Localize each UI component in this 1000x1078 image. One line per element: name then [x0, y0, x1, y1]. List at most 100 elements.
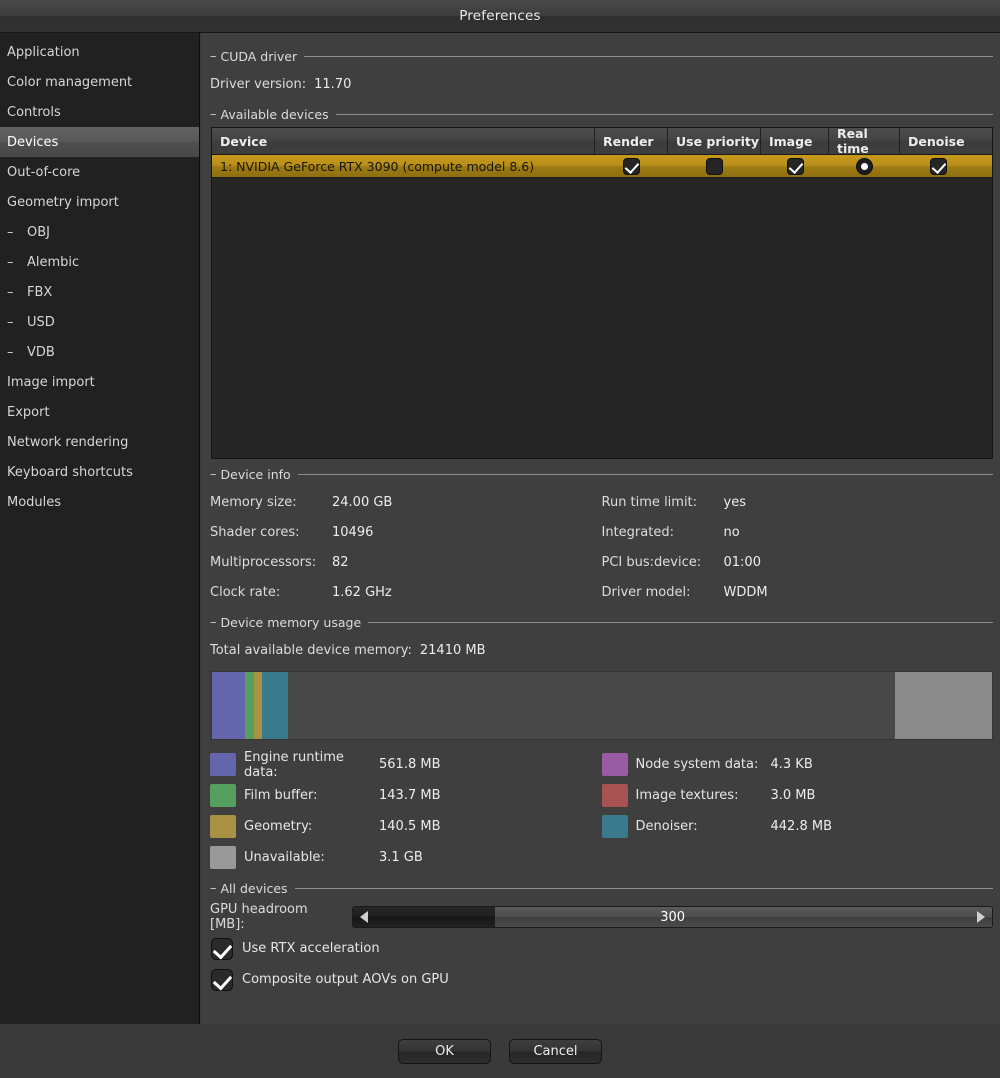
devices-column-header-image[interactable]: Image — [761, 128, 829, 154]
group-rule — [297, 473, 993, 475]
legend-color-swatch — [210, 753, 236, 776]
device-info-row: Shader cores: 10496 — [210, 517, 602, 547]
device-info-key: Run time limit: — [601, 494, 698, 510]
group-label-available-devices: Available devices — [220, 106, 329, 122]
sidebar-item-label: Network rendering — [7, 434, 129, 450]
sidebar-item-label: OBJ — [27, 224, 50, 240]
sidebar-item-fbx[interactable]: – FBX — [0, 277, 199, 307]
sidebar-sub-dash-icon: – — [7, 314, 14, 330]
group-header-all-devices: – All devices — [210, 877, 993, 899]
devices-column-header-denoise[interactable]: Denoise — [900, 128, 977, 154]
memory-legend-row: Film buffer: 143.7 MB — [210, 780, 602, 811]
sidebar-item-label: Export — [7, 404, 50, 420]
composite-aovs-checkbox[interactable] — [211, 968, 233, 991]
sidebar-item-application[interactable]: Application — [0, 37, 199, 67]
device-info-row: Multiprocessors: 82 — [210, 547, 602, 577]
sidebar-item-alembic[interactable]: – Alembic — [0, 247, 199, 277]
devices-column-header-device[interactable]: Device — [212, 128, 595, 154]
memory-legend-row: Geometry: 140.5 MB — [210, 811, 602, 842]
use-rtx-acceleration-row[interactable]: Use RTX acceleration — [210, 933, 993, 964]
sidebar-item-modules[interactable]: Modules — [0, 487, 199, 517]
device-info-row: Run time limit: yes — [602, 487, 994, 517]
memory-bar-segment-free — [287, 672, 896, 739]
gpu-headroom-slider[interactable]: 300 — [352, 906, 993, 928]
devices-table[interactable]: Device Render Use priority Image Real time De… — [211, 127, 993, 459]
sidebar-item-keyboard-shortcuts[interactable]: Keyboard shortcuts — [0, 457, 199, 487]
sidebar-item-export[interactable]: Export — [0, 397, 199, 427]
device-name-cell[interactable]: 1: NVIDIA GeForce RTX 3090 (compute mode… — [212, 155, 595, 177]
group-header-available-devices: – Available devices — [210, 103, 993, 125]
use-priority-checkbox[interactable] — [706, 157, 723, 175]
device-info-left-column: Memory size: 24.00 GB Shader cores: 10496 Mu… — [210, 487, 602, 607]
device-info-value: 24.00 GB — [332, 494, 393, 510]
sidebar-item-vdb[interactable]: – VDB — [0, 337, 199, 367]
sidebar-item-usd[interactable]: – USD — [0, 307, 199, 337]
driver-version-label: Driver version: — [210, 76, 307, 92]
legend-label: Engine runtime data: — [244, 749, 344, 780]
device-info-key: Memory size: — [210, 494, 297, 510]
device-info-key: Integrated: — [601, 524, 674, 540]
group-header-cuda-driver: – CUDA driver — [210, 45, 993, 67]
device-info-key: Clock rate: — [210, 584, 281, 600]
sidebar-item-label: Image import — [7, 374, 95, 390]
cancel-button[interactable]: Cancel — [509, 1038, 602, 1064]
real-time-radio[interactable] — [856, 157, 873, 175]
memory-bar-segment-unavailable — [895, 672, 993, 739]
preferences-sidebar[interactable]: Application Color management Controls Devic… — [0, 33, 200, 1024]
device-info-row: PCI bus:device: 01:00 — [602, 547, 994, 577]
group-header-device-info: – Device info — [210, 463, 993, 485]
window-title: Preferences — [459, 8, 541, 24]
devices-table-body[interactable]: 1: NVIDIA GeForce RTX 3090 (compute mode… — [212, 155, 992, 178]
devices-table-row[interactable]: 1: NVIDIA GeForce RTX 3090 (compute mode… — [212, 155, 992, 178]
denoise-checkbox[interactable] — [930, 157, 947, 175]
render-checkbox-cell[interactable] — [595, 155, 668, 177]
slider-right-arrow-icon[interactable] — [977, 911, 985, 923]
image-checkbox-cell[interactable] — [761, 155, 829, 177]
use-rtx-acceleration-checkbox[interactable] — [211, 937, 233, 960]
sidebar-item-out-of-core[interactable]: Out-of-core — [0, 157, 199, 187]
device-info-row: Clock rate: 1.62 GHz — [210, 577, 602, 607]
device-info-grid: Memory size: 24.00 GB Shader cores: 10496 Mu… — [210, 487, 993, 607]
memory-legend: Engine runtime data: 561.8 MB Film buffer:… — [210, 749, 993, 873]
sidebar-item-image-import[interactable]: Image import — [0, 367, 199, 397]
device-info-key: PCI bus:device: — [601, 554, 702, 570]
render-checkbox[interactable] — [623, 157, 640, 175]
devices-column-header-use-priority[interactable]: Use priority — [668, 128, 761, 154]
devices-column-header-render[interactable]: Render — [595, 128, 668, 154]
sidebar-item-geometry-import[interactable]: Geometry import — [0, 187, 199, 217]
group-dash-icon: – — [210, 614, 217, 630]
group-rule — [335, 113, 993, 115]
sidebar-sub-dash-icon: – — [7, 254, 14, 270]
preferences-dialog: Preferences Application Color management C… — [0, 0, 1000, 1078]
real-time-radio-cell[interactable] — [829, 155, 900, 177]
group-header-device-memory-usage: – Device memory usage — [210, 611, 993, 633]
gpu-headroom-value: 300 — [660, 909, 686, 925]
use-priority-checkbox-cell[interactable] — [668, 155, 761, 177]
memory-legend-left: Engine runtime data: 561.8 MB Film buffer:… — [210, 749, 602, 873]
legend-value: 4.3 KB — [770, 757, 813, 772]
sidebar-item-devices[interactable]: Devices — [0, 127, 199, 157]
ok-button[interactable]: OK — [398, 1038, 491, 1064]
group-rule — [294, 887, 993, 889]
group-label-all-devices: All devices — [220, 880, 288, 896]
denoise-checkbox-cell[interactable] — [900, 155, 977, 177]
legend-label: Image textures: — [635, 788, 739, 803]
sidebar-item-label: Modules — [7, 494, 62, 510]
sidebar-item-controls[interactable]: Controls — [0, 97, 199, 127]
device-info-row: Driver model: WDDM — [602, 577, 994, 607]
devices-column-header-real-time[interactable]: Real time — [829, 128, 900, 156]
sidebar-item-obj[interactable]: – OBJ — [0, 217, 199, 247]
image-checkbox[interactable] — [786, 157, 804, 175]
device-info-value: 1.62 GHz — [332, 584, 392, 600]
sidebar-item-label: Devices — [7, 134, 59, 150]
memory-bar-segment-film-buffer — [244, 672, 254, 739]
composite-aovs-row[interactable]: Composite output AOVs on GPU — [210, 964, 993, 995]
sidebar-item-color-management[interactable]: Color management — [0, 67, 199, 97]
sidebar-sub-dash-icon: – — [7, 284, 14, 300]
sidebar-item-label: Out-of-core — [7, 164, 81, 180]
sidebar-item-network-rendering[interactable]: Network rendering — [0, 427, 199, 457]
group-rule — [368, 621, 993, 623]
group-label-device-memory-usage: Device memory usage — [220, 614, 362, 630]
legend-color-swatch — [601, 753, 628, 776]
sidebar-sub-dash-icon: – — [7, 344, 14, 360]
